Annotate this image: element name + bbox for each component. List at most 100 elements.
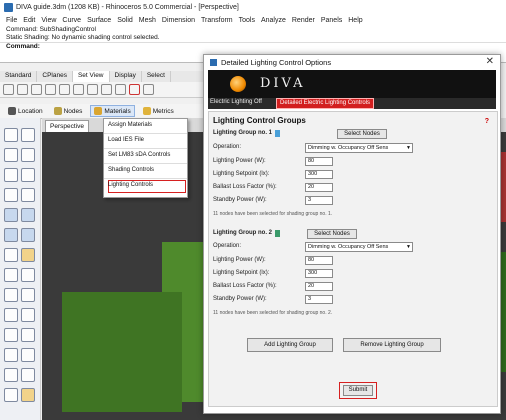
- menu-help[interactable]: Help: [348, 17, 362, 24]
- operation-select[interactable]: Dimming w. Occupancy Off Sens ▼: [305, 242, 413, 252]
- select-nodes-button[interactable]: Select Nodes: [337, 129, 387, 139]
- menu-edit[interactable]: Edit: [23, 17, 35, 24]
- menu-file[interactable]: File: [6, 17, 17, 24]
- copy-icon[interactable]: [21, 308, 35, 322]
- panel-tabs: Location Nodes Materials Metrics: [0, 104, 210, 119]
- menu-dimension[interactable]: Dimension: [162, 17, 195, 24]
- pan-icon[interactable]: [17, 84, 28, 95]
- menu-panels[interactable]: Panels: [321, 17, 342, 24]
- ballast-input[interactable]: 20: [305, 282, 333, 291]
- menu-item-lighting-controls[interactable]: Lighting Controls: [108, 182, 153, 188]
- diva-logo-icon: [230, 76, 246, 92]
- menu-item-shading-controls[interactable]: Shading Controls: [108, 167, 154, 173]
- menu-mesh[interactable]: Mesh: [139, 17, 156, 24]
- join-icon[interactable]: [21, 288, 35, 302]
- mesh-icon[interactable]: [4, 248, 18, 262]
- solid-icon[interactable]: [4, 228, 18, 242]
- zoom-in-icon[interactable]: [73, 84, 84, 95]
- zoom-extents-icon[interactable]: [59, 84, 70, 95]
- scale-icon[interactable]: [21, 328, 35, 342]
- rectangle-icon[interactable]: [4, 188, 18, 202]
- array-icon[interactable]: [21, 348, 35, 362]
- nodes-icon: [53, 107, 62, 115]
- setpoint-input[interactable]: 300: [305, 170, 333, 179]
- point-icon[interactable]: [21, 128, 35, 142]
- boolean-icon[interactable]: [21, 248, 35, 262]
- fillet-icon[interactable]: [4, 268, 18, 282]
- surface-icon[interactable]: [4, 208, 18, 222]
- panel-tab-label: Nodes: [63, 107, 83, 115]
- extrude-icon[interactable]: [21, 208, 35, 222]
- menu-view[interactable]: View: [41, 17, 56, 24]
- polygon-icon[interactable]: [21, 188, 35, 202]
- curve-icon[interactable]: [21, 148, 35, 162]
- undo-view-icon[interactable]: [115, 84, 126, 95]
- operation-select[interactable]: Dimming w. Occupancy Off Sens ▼: [305, 143, 413, 153]
- menu-item-lm83-controls[interactable]: Set LM83 sDA Controls: [108, 152, 170, 158]
- four-views-icon[interactable]: [129, 84, 140, 95]
- move-icon[interactable]: [4, 308, 18, 322]
- tab-standard[interactable]: Standard: [0, 71, 38, 82]
- menu-render[interactable]: Render: [292, 17, 315, 24]
- rotate-icon[interactable]: [31, 84, 42, 95]
- power-label: Lighting Power (W):: [213, 257, 266, 263]
- tab-electric-lighting-off[interactable]: Electric Lighting Off: [210, 99, 262, 105]
- add-lighting-group-button[interactable]: Add Lighting Group: [247, 338, 333, 352]
- polyline-icon[interactable]: [4, 148, 18, 162]
- box-icon[interactable]: [21, 228, 35, 242]
- standby-input[interactable]: 3: [305, 196, 333, 205]
- tab-set-view[interactable]: Set View: [72, 71, 110, 82]
- zoom-selected-icon[interactable]: [101, 84, 112, 95]
- menu-analyze[interactable]: Analyze: [261, 17, 286, 24]
- submit-button[interactable]: Submit: [343, 385, 373, 396]
- split-icon[interactable]: [4, 288, 18, 302]
- tab-select[interactable]: Select: [142, 71, 171, 82]
- command-prompt[interactable]: Command:: [0, 42, 506, 51]
- panel-tab-metrics[interactable]: Metrics: [140, 106, 177, 116]
- select-icon[interactable]: [4, 128, 18, 142]
- help-icon[interactable]: ?: [485, 118, 489, 125]
- diva-banner: DIVA: [208, 70, 496, 98]
- menu-solid[interactable]: Solid: [117, 17, 133, 24]
- mirror-icon[interactable]: [4, 348, 18, 362]
- menu-curve[interactable]: Curve: [62, 17, 81, 24]
- menu-surface[interactable]: Surface: [87, 17, 111, 24]
- select-nodes-button[interactable]: Select Nodes: [307, 229, 357, 239]
- panel-tab-label: Metrics: [152, 107, 174, 115]
- tab-detailed-controls[interactable]: Detailed Electric Lighting Controls: [276, 98, 375, 109]
- zoom-out-icon[interactable]: [87, 84, 98, 95]
- dimension-icon[interactable]: [4, 368, 18, 382]
- operation-label: Operation:: [213, 144, 242, 150]
- render-icon[interactable]: [21, 388, 35, 402]
- power-input[interactable]: 80: [305, 256, 333, 265]
- group-color-swatch: [275, 130, 280, 137]
- menu-item-load-ies[interactable]: Load IES File: [108, 137, 144, 143]
- command-line: Static Shading: No dynamic shading contr…: [6, 34, 160, 41]
- setpoint-input[interactable]: 300: [305, 269, 333, 278]
- rotate-object-icon[interactable]: [4, 328, 18, 342]
- menu-item-assign-materials[interactable]: Assign Materials: [108, 122, 152, 128]
- text-icon[interactable]: [21, 368, 35, 382]
- named-view-icon[interactable]: [143, 84, 154, 95]
- close-icon[interactable]: ✕: [486, 56, 494, 67]
- panel-tab-materials[interactable]: Materials: [90, 105, 135, 117]
- standby-input[interactable]: 3: [305, 295, 333, 304]
- tab-display[interactable]: Display: [110, 71, 142, 82]
- panel-tab-location[interactable]: Location: [5, 106, 46, 116]
- remove-lighting-group-button[interactable]: Remove Lighting Group: [343, 338, 441, 352]
- power-input[interactable]: 80: [305, 157, 333, 166]
- trim-icon[interactable]: [21, 268, 35, 282]
- arc-icon[interactable]: [21, 168, 35, 182]
- panel-tab-nodes[interactable]: Nodes: [51, 106, 86, 116]
- tab-cplanes[interactable]: CPlanes: [37, 71, 73, 82]
- chevron-down-icon: ▼: [406, 244, 411, 250]
- menu-tools[interactable]: Tools: [239, 17, 255, 24]
- menu-transform[interactable]: Transform: [201, 17, 233, 24]
- dialog-icon: [210, 59, 217, 66]
- grid-icon[interactable]: [3, 84, 14, 95]
- zoom-window-icon[interactable]: [45, 84, 56, 95]
- analyze-icon[interactable]: [4, 388, 18, 402]
- ballast-input[interactable]: 20: [305, 183, 333, 192]
- circle-icon[interactable]: [4, 168, 18, 182]
- toolbar-icons: [0, 82, 210, 98]
